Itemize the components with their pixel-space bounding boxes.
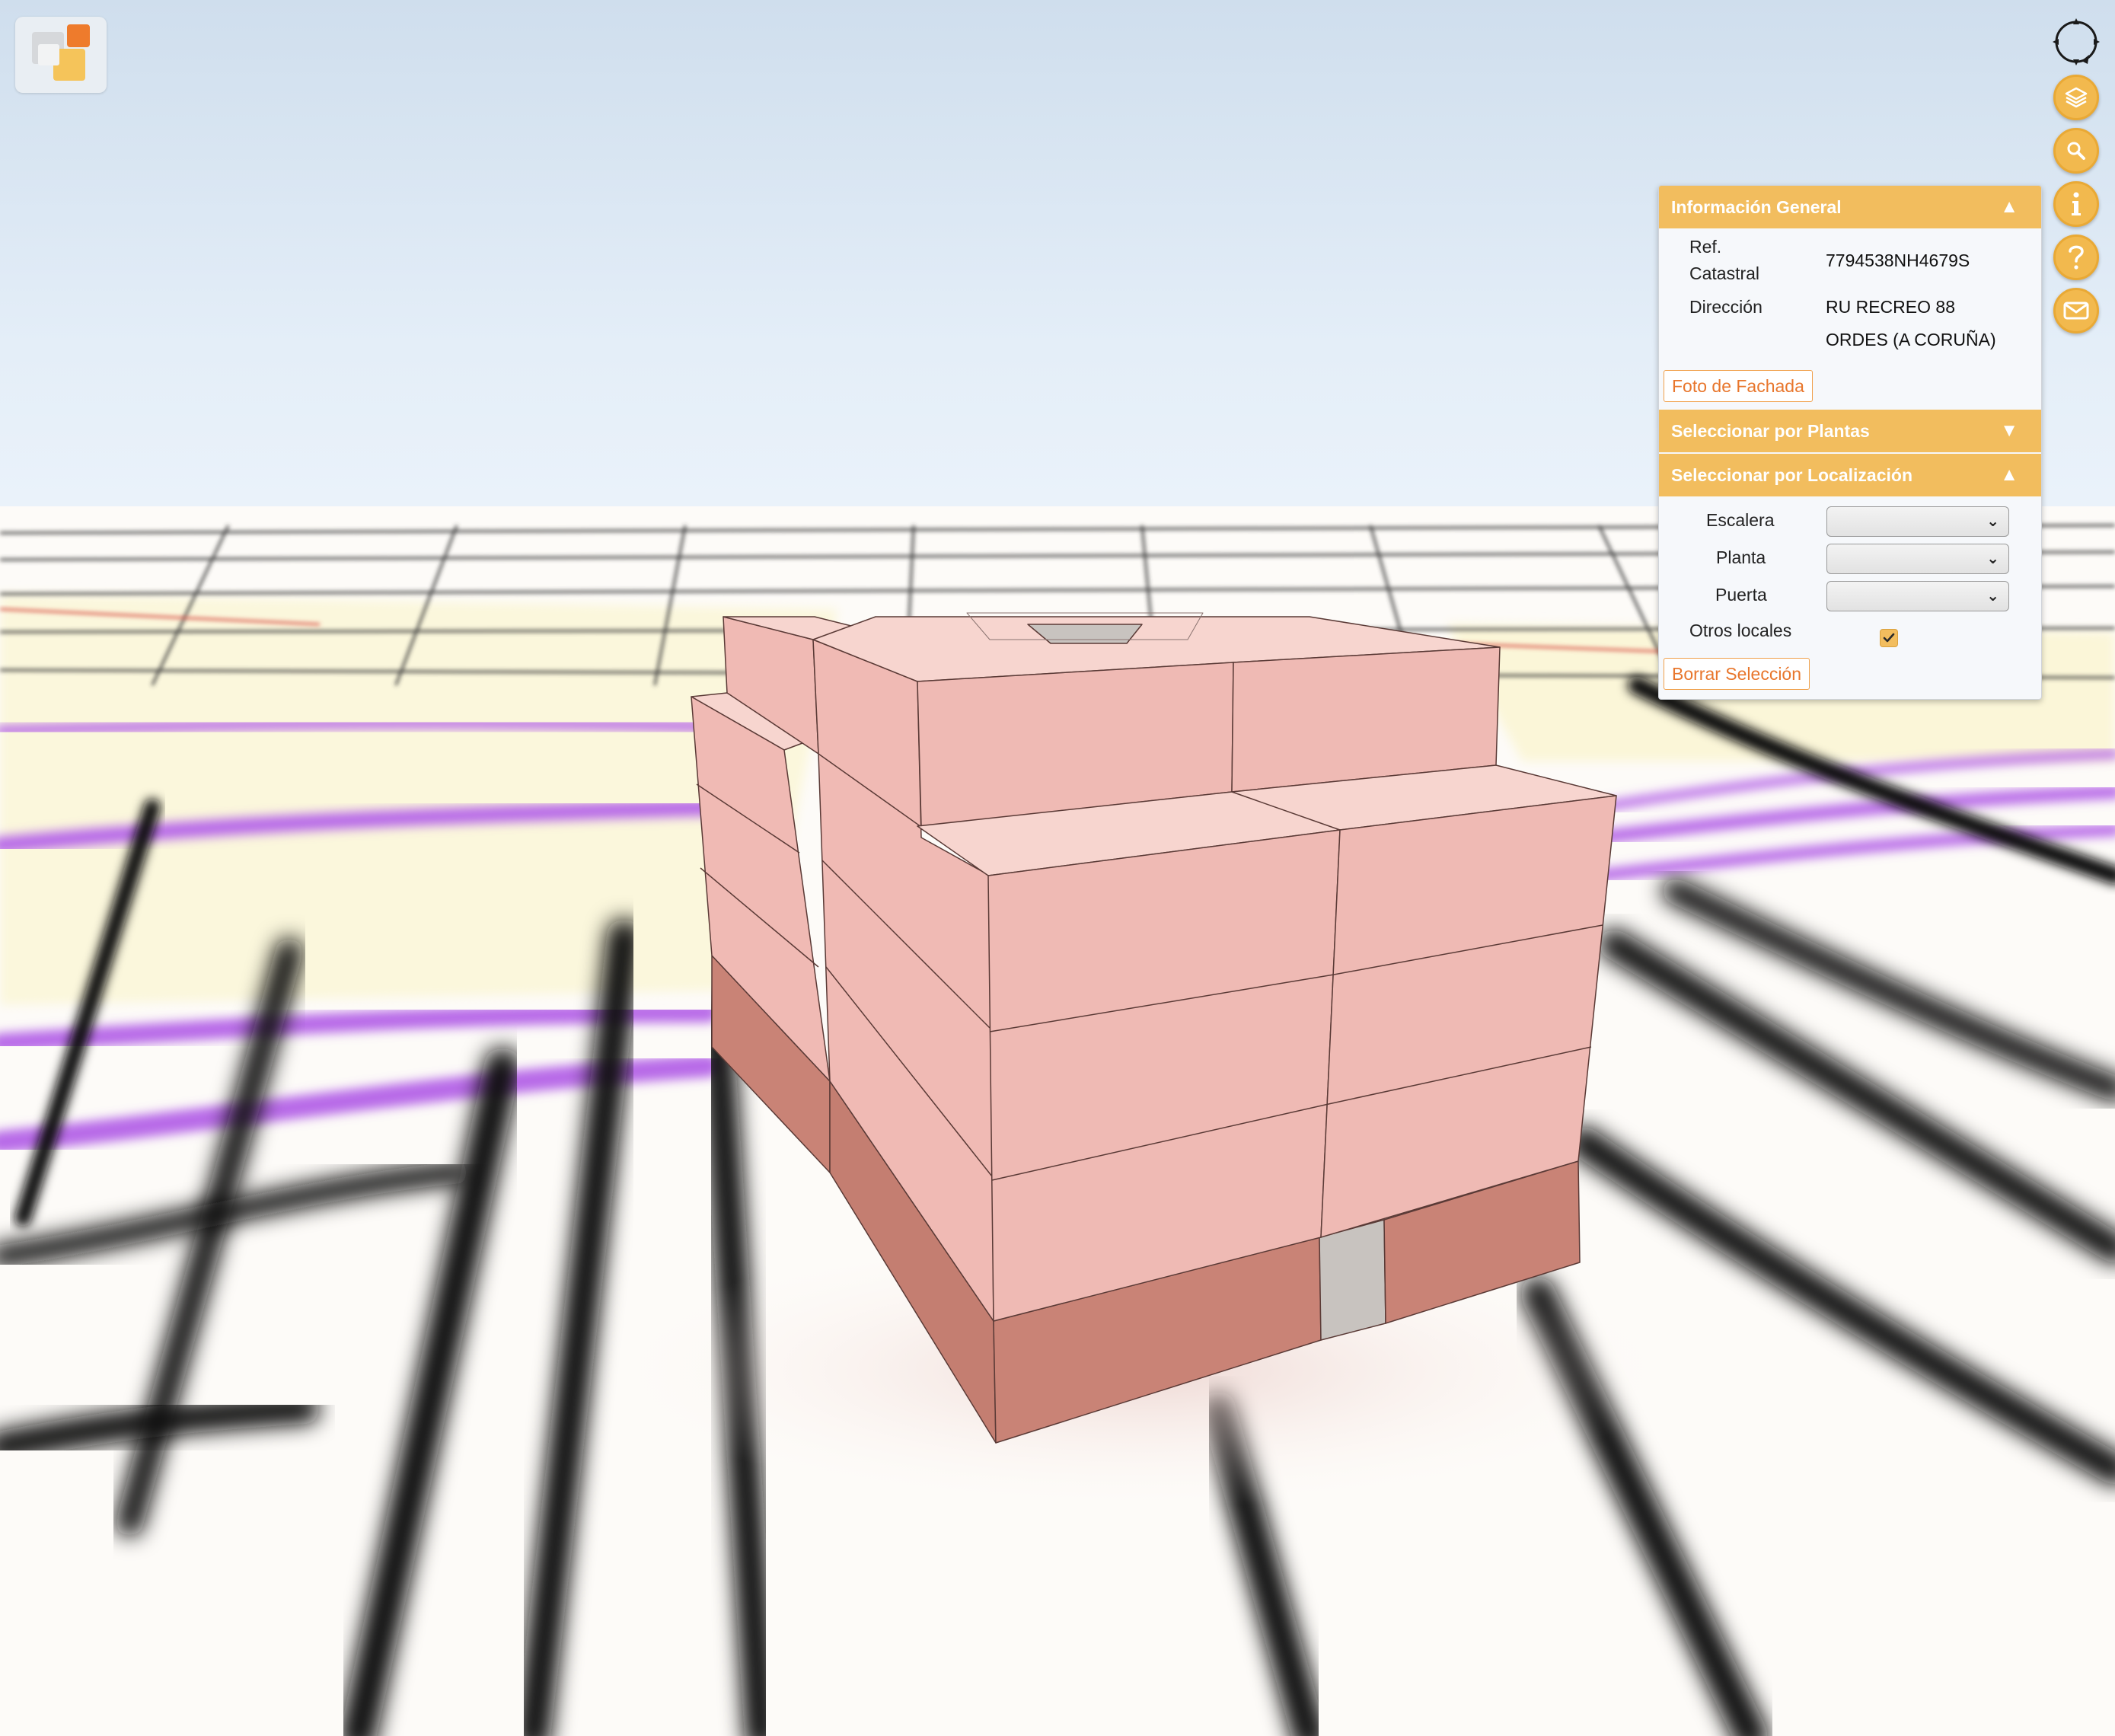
general-info-header[interactable]: Información General ▲: [1659, 186, 2041, 228]
checkmark-icon: [1883, 633, 1895, 643]
chevron-down-icon: ⌄: [1986, 513, 1999, 530]
localizacion-title: Seleccionar por Localización: [1671, 464, 1912, 485]
mail-icon: [2063, 302, 2089, 320]
address-line-1: RU RECREO 88: [1826, 297, 1955, 317]
layers-button[interactable]: [2053, 75, 2099, 120]
help-icon: [2069, 245, 2084, 270]
search-button[interactable]: [2053, 128, 2099, 174]
otros-locales-label: Otros locales: [1689, 621, 1792, 640]
logo-icon: [32, 24, 90, 81]
escalera-label: Escalera: [1706, 510, 1775, 530]
localizacion-header[interactable]: Seleccionar por Localización ▲: [1659, 454, 2041, 496]
contact-button[interactable]: [2053, 288, 2099, 333]
clear-selection-button[interactable]: Borrar Selección: [1664, 658, 1810, 690]
address-line-2: ORDES (A CORUÑA): [1826, 330, 1996, 349]
general-info-title: Información General: [1671, 196, 1842, 217]
ref-catastral-label-line2: Catastral: [1689, 263, 1760, 283]
planta-label: Planta: [1716, 547, 1766, 567]
app-logo[interactable]: [15, 17, 107, 93]
collapse-arrow-icon: ▲: [2000, 196, 2018, 217]
search-icon: [2067, 142, 2085, 160]
compass-button[interactable]: [2050, 15, 2103, 69]
collapse-arrow-icon: ▲: [2000, 464, 2018, 485]
layers-icon: [2065, 87, 2088, 108]
plantas-title: Seleccionar por Plantas: [1671, 420, 1870, 441]
ref-catastral-label-line1: Ref.: [1689, 237, 1722, 257]
localizacion-body: Escalera ⌄ Planta ⌄ Puerta ⌄ Otros local…: [1659, 496, 2041, 699]
plantas-header[interactable]: Seleccionar por Plantas ▼: [1659, 410, 2041, 452]
info-icon: [2072, 192, 2081, 215]
planta-select[interactable]: ⌄: [1826, 544, 2009, 574]
info-button[interactable]: [2053, 181, 2099, 227]
puerta-label: Puerta: [1715, 585, 1767, 605]
compass-icon: [2053, 18, 2100, 65]
facade-photo-button[interactable]: Foto de Fachada: [1664, 370, 1813, 402]
building-entrance[interactable]: [1319, 1219, 1386, 1341]
help-button[interactable]: [2053, 235, 2099, 280]
escalera-select[interactable]: ⌄: [1826, 506, 2009, 537]
chevron-down-icon: ⌄: [1986, 550, 1999, 567]
expand-arrow-icon: ▼: [2000, 420, 2018, 441]
address-label: Dirección: [1689, 297, 1762, 317]
info-panel: Información General ▲ Ref. Catastral 779…: [1658, 185, 2042, 700]
puerta-select[interactable]: ⌄: [1826, 581, 2009, 611]
map-viewport-3d[interactable]: Información General ▲ Ref. Catastral 779…: [0, 0, 2115, 1736]
ref-catastral-value: 7794538NH4679S: [1826, 251, 1970, 270]
otros-locales-checkbox[interactable]: [1880, 629, 1898, 647]
chevron-down-icon: ⌄: [1986, 588, 1999, 605]
general-info-body: Ref. Catastral 7794538NH4679S Dirección …: [1659, 228, 2041, 410]
